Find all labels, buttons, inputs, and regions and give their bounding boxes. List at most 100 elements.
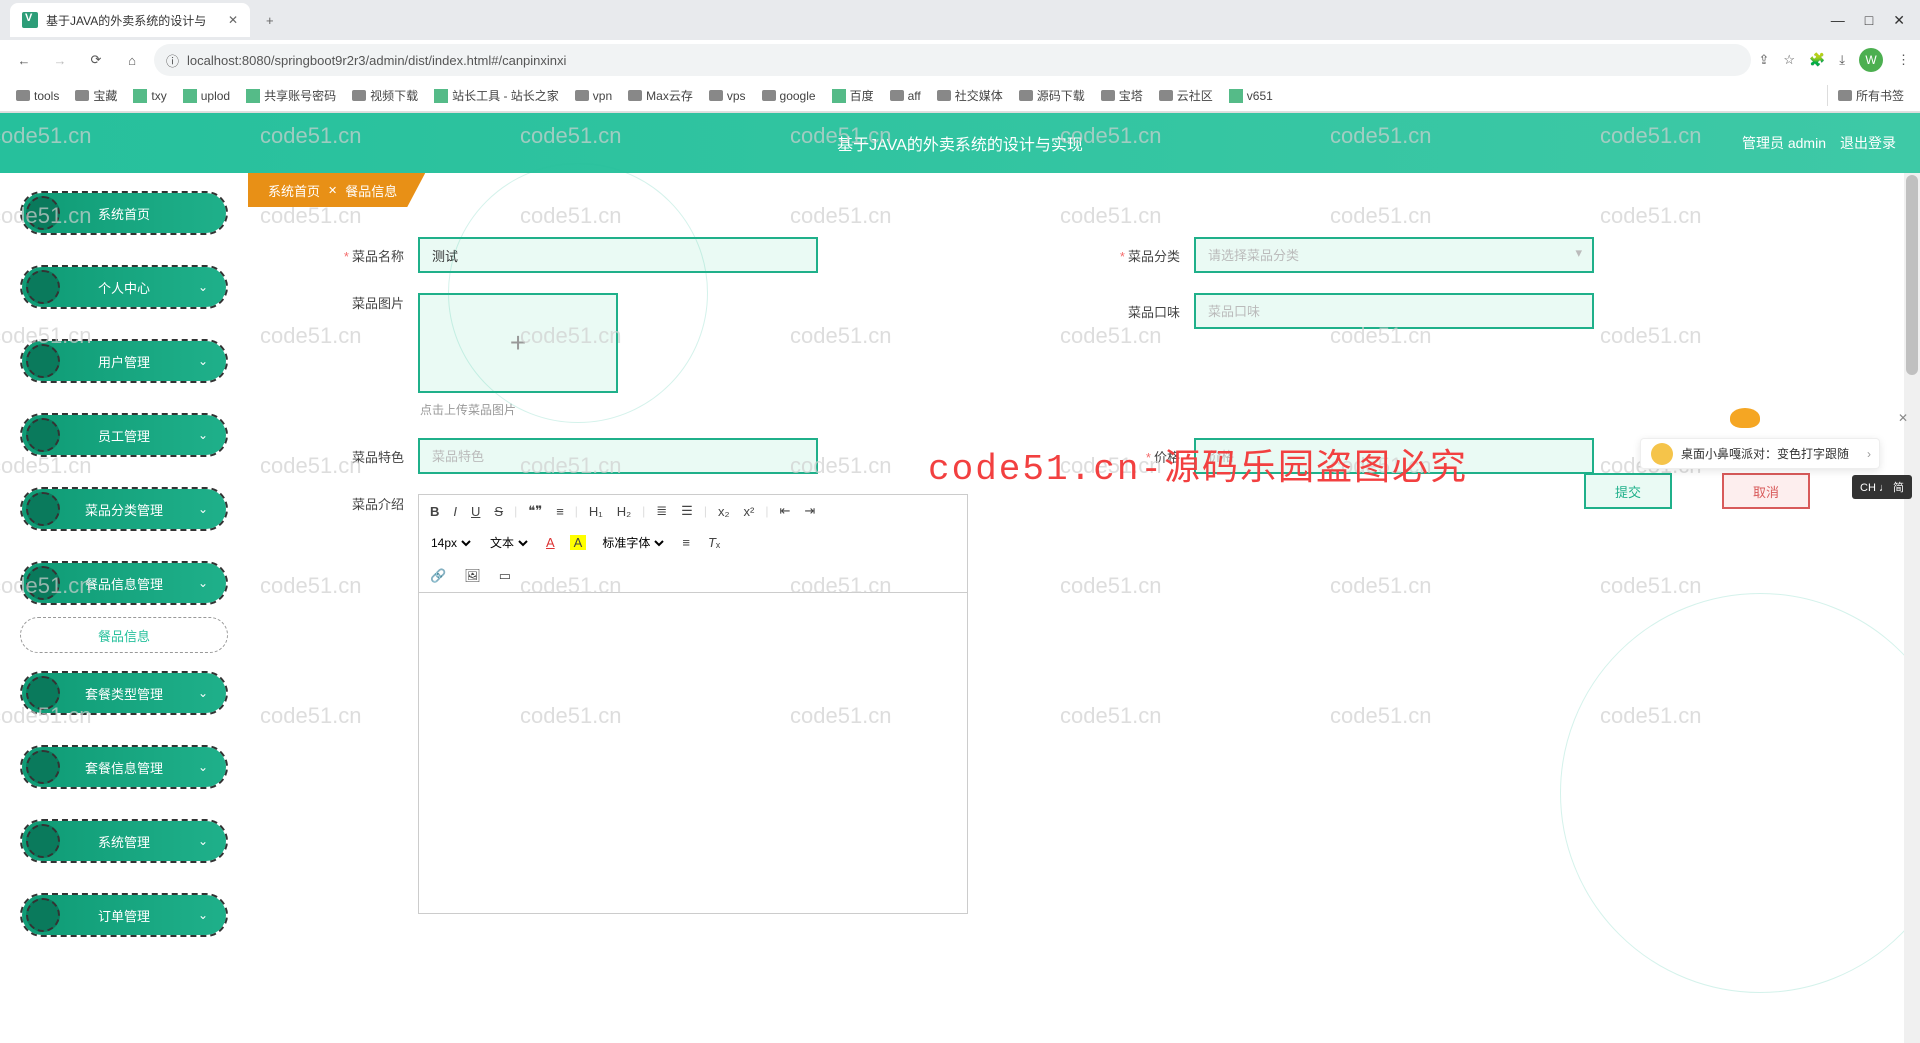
sidebar-item[interactable]: 系统管理⌄ bbox=[20, 819, 228, 863]
sub-button[interactable]: x₂ bbox=[715, 502, 733, 521]
home-button[interactable]: ⌂ bbox=[118, 46, 146, 74]
browser-tab[interactable]: 基于JAVA的外卖系统的设计与 ✕ bbox=[10, 3, 250, 37]
bookmark-item[interactable]: 云社区 bbox=[1153, 85, 1219, 106]
notification-popup[interactable]: 桌面小鼻嘎派对：变色打字跟随 › bbox=[1640, 438, 1880, 469]
current-user[interactable]: 管理员 admin bbox=[1742, 133, 1826, 153]
logout-link[interactable]: 退出登录 bbox=[1840, 133, 1896, 153]
folder-icon bbox=[1019, 90, 1033, 101]
h2-button[interactable]: H₂ bbox=[614, 502, 634, 521]
sidebar-item[interactable]: 餐品信息管理⌄ bbox=[20, 561, 228, 605]
indent-button[interactable]: ⇤ bbox=[776, 501, 793, 521]
extension-icon[interactable]: 🧩 bbox=[1809, 52, 1825, 68]
share-icon[interactable]: ⇪ bbox=[1759, 52, 1770, 68]
underline-button[interactable]: U bbox=[468, 502, 483, 521]
text-color-button[interactable]: A bbox=[543, 533, 558, 552]
close-icon[interactable]: ✕ bbox=[228, 13, 238, 27]
bookmark-item[interactable]: uplod bbox=[177, 87, 236, 105]
bookmark-item[interactable]: 宝塔 bbox=[1095, 85, 1149, 106]
price-input[interactable] bbox=[1194, 438, 1594, 474]
scrollbar[interactable] bbox=[1904, 173, 1920, 1043]
align-button[interactable]: ≡ bbox=[679, 533, 693, 552]
sidebar-item[interactable]: 个人中心⌄ bbox=[20, 265, 228, 309]
sidebar-item[interactable]: 系统首页 bbox=[20, 191, 228, 235]
sidebar-subitem[interactable]: 餐品信息 bbox=[20, 617, 228, 653]
site-icon bbox=[246, 89, 260, 103]
bookmark-item[interactable]: 百度 bbox=[826, 85, 880, 106]
quote-button[interactable]: ❝❞ bbox=[525, 501, 545, 521]
forward-button[interactable]: → bbox=[46, 46, 74, 74]
ol-button[interactable]: ≣ bbox=[653, 501, 670, 521]
editor-toolbar: B I U S | ❝❞ ≡ | H₁ H₂ | bbox=[419, 495, 967, 593]
all-bookmarks[interactable]: 所有书签 bbox=[1827, 85, 1910, 106]
reload-button[interactable]: ⟳ bbox=[82, 46, 110, 74]
image-upload[interactable]: + bbox=[418, 293, 618, 393]
sidebar-item[interactable]: 用户管理⌄ bbox=[20, 339, 228, 383]
ime-indicator[interactable]: CH ♩ 简 bbox=[1852, 475, 1912, 499]
bookmark-item[interactable]: google bbox=[756, 87, 822, 105]
bookmarks-bar: tools宝藏txy uplod共享账号密码视频下载站长工具 - 站长之家vpnM… bbox=[0, 80, 1920, 112]
new-tab-button[interactable]: + bbox=[258, 9, 282, 32]
h1-button[interactable]: H₁ bbox=[586, 502, 606, 521]
close-button[interactable]: ✕ bbox=[1893, 12, 1905, 29]
bg-color-button[interactable]: A bbox=[570, 535, 587, 550]
font-family-select[interactable]: 标准字体 bbox=[598, 535, 667, 551]
bookmark-item[interactable]: 社交媒体 bbox=[931, 85, 1009, 106]
bookmark-item[interactable]: 宝藏 bbox=[69, 85, 123, 106]
download-icon[interactable]: ⤓ bbox=[1839, 52, 1845, 68]
app-title: 基于JAVA的外卖系统的设计与实现 bbox=[837, 131, 1083, 155]
bookmark-item[interactable]: txy bbox=[127, 87, 172, 105]
close-icon[interactable]: ✕ bbox=[1898, 411, 1908, 425]
menu-icon[interactable]: ⋮ bbox=[1897, 52, 1910, 68]
clear-format-button[interactable]: Tₓ bbox=[705, 533, 723, 552]
site-icon bbox=[1229, 89, 1243, 103]
bookmark-item[interactable]: aff bbox=[884, 87, 927, 105]
bookmark-item[interactable]: vps bbox=[703, 87, 752, 105]
bookmark-item[interactable]: Max云存 bbox=[622, 85, 699, 106]
bookmark-item[interactable]: 视频下载 bbox=[346, 85, 424, 106]
back-button[interactable]: ← bbox=[10, 46, 38, 74]
font-size-select[interactable]: 14px bbox=[427, 535, 474, 551]
feature-label: 菜品特色 bbox=[308, 447, 418, 466]
name-input[interactable] bbox=[418, 237, 818, 273]
sup-button[interactable]: x² bbox=[741, 502, 758, 521]
sidebar-item[interactable]: 员工管理⌄ bbox=[20, 413, 228, 457]
close-icon[interactable]: ✕ bbox=[328, 184, 337, 197]
sidebar-item[interactable]: 菜品分类管理⌄ bbox=[20, 487, 228, 531]
outdent-button[interactable]: ⇥ bbox=[801, 501, 818, 521]
star-icon[interactable]: ☆ bbox=[1783, 52, 1795, 68]
minimize-button[interactable]: — bbox=[1831, 12, 1845, 29]
maximize-button[interactable]: □ bbox=[1865, 12, 1873, 29]
link-button[interactable]: 🔗 bbox=[427, 566, 449, 586]
italic-button[interactable]: I bbox=[450, 502, 460, 521]
folder-icon bbox=[75, 90, 89, 101]
category-select[interactable] bbox=[1194, 237, 1594, 273]
image-button[interactable]: 🖼 bbox=[461, 566, 484, 586]
avatar[interactable]: W bbox=[1859, 48, 1883, 72]
submit-button[interactable]: 提交 bbox=[1584, 473, 1672, 509]
editor-content[interactable] bbox=[419, 593, 967, 913]
scrollbar-thumb[interactable] bbox=[1906, 175, 1918, 375]
cancel-button[interactable]: 取消 bbox=[1722, 473, 1810, 509]
feature-input[interactable] bbox=[418, 438, 818, 474]
main-content: 系统首页 ✕ 餐品信息 菜品名称 菜品分类 bbox=[248, 173, 1920, 1043]
sidebar-item[interactable]: 套餐信息管理⌄ bbox=[20, 745, 228, 789]
bookmark-item[interactable]: 源码下载 bbox=[1013, 85, 1091, 106]
codeblock-button[interactable]: ≡ bbox=[553, 502, 567, 521]
notification-text: 桌面小鼻嘎派对：变色打字跟随 bbox=[1681, 445, 1849, 462]
ul-button[interactable]: ☰ bbox=[678, 501, 696, 521]
sidebar-item[interactable]: 订单管理⌄ bbox=[20, 893, 228, 937]
bookmark-item[interactable]: 共享账号密码 bbox=[240, 85, 342, 106]
bookmark-item[interactable]: tools bbox=[10, 87, 65, 105]
bookmark-item[interactable]: 站长工具 - 站长之家 bbox=[428, 85, 565, 106]
bookmark-item[interactable]: vpn bbox=[569, 87, 618, 105]
url-input[interactable]: ⓘ localhost:8080/springboot9r2r3/admin/d… bbox=[154, 44, 1751, 76]
bookmark-item[interactable]: v651 bbox=[1223, 87, 1279, 105]
video-button[interactable]: ▭ bbox=[496, 566, 514, 586]
breadcrumb-home[interactable]: 系统首页 bbox=[268, 181, 320, 200]
bold-button[interactable]: B bbox=[427, 502, 442, 521]
image-label: 菜品图片 bbox=[308, 293, 418, 312]
strike-button[interactable]: S bbox=[491, 502, 506, 521]
sidebar-item[interactable]: 套餐类型管理⌄ bbox=[20, 671, 228, 715]
flavor-input[interactable] bbox=[1194, 293, 1594, 329]
paragraph-select[interactable]: 文本 bbox=[486, 535, 531, 551]
